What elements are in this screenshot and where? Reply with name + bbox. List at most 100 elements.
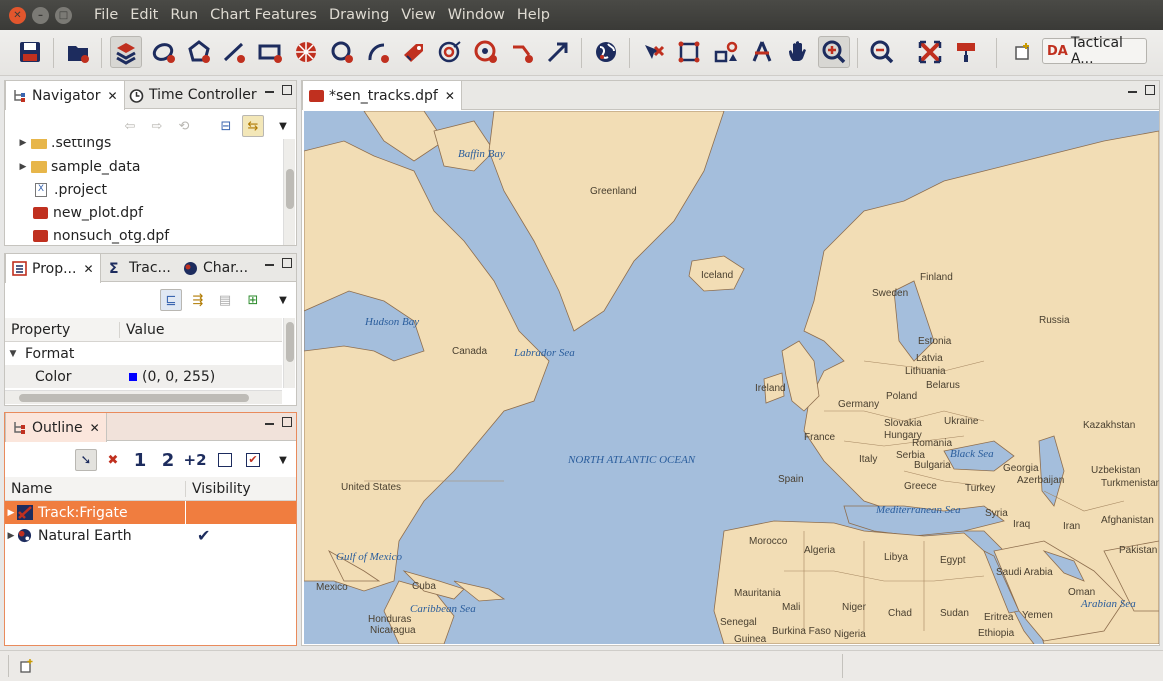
bullseye-icon[interactable] — [470, 36, 502, 68]
table-row[interactable]: ▶ Track:Frigate — [5, 501, 296, 524]
properties-scrollbar[interactable] — [283, 318, 295, 388]
property-group-format[interactable]: ▼ Format — [5, 342, 282, 365]
property-row-color[interactable]: Color (0, 0, 255) — [5, 365, 282, 388]
outline-minmax[interactable] — [265, 417, 292, 427]
editor-minmax[interactable] — [1128, 85, 1155, 95]
polygon-icon[interactable] — [183, 36, 215, 68]
menu-edit[interactable]: Edit — [130, 7, 158, 23]
map-canvas[interactable]: Baffin Bay Greenland Iceland Finland Swe… — [304, 111, 1159, 644]
ellipse-icon[interactable] — [148, 36, 180, 68]
minimize-icon[interactable] — [265, 264, 274, 266]
tab-properties[interactable]: Prop... ✕ — [5, 254, 101, 283]
grid-icon[interactable] — [290, 36, 322, 68]
maximize-icon[interactable] — [282, 258, 292, 268]
menu-chart-features[interactable]: Chart Features — [210, 7, 317, 23]
measure-icon[interactable] — [746, 36, 778, 68]
maximize-icon[interactable] — [282, 85, 292, 95]
zoom-in-icon[interactable] — [818, 36, 850, 68]
label-icon[interactable] — [398, 36, 430, 68]
perspective-tactical-button[interactable]: DA Tactical A... — [1042, 35, 1147, 67]
view-menu-icon[interactable]: ▼ — [272, 289, 294, 311]
map-label: Eritrea — [984, 612, 1014, 623]
save-icon[interactable] — [14, 36, 46, 68]
zoom-out-icon[interactable] — [866, 36, 898, 68]
minimize-icon[interactable] — [265, 91, 274, 93]
close-icon[interactable]: ✕ — [83, 262, 93, 276]
tab-outline[interactable]: Outline ✕ — [5, 413, 107, 442]
minimize-icon[interactable] — [265, 423, 274, 425]
tool-plus2-icon[interactable]: +2 — [184, 449, 207, 471]
select-cursor-icon[interactable]: ➘ — [75, 449, 97, 471]
vector-icon[interactable] — [506, 36, 538, 68]
navigator-minmax[interactable] — [265, 85, 292, 95]
back-icon[interactable]: ⇦ — [119, 115, 141, 137]
advanced-icon[interactable]: ⇶ — [187, 289, 209, 311]
view-menu-icon[interactable]: ▼ — [272, 449, 294, 471]
list-item[interactable]: ▶ sample_data — [5, 155, 282, 178]
show-all-icon[interactable]: ✔ — [242, 449, 264, 471]
collapse-all-icon[interactable]: ⊟ — [215, 115, 237, 137]
forward-icon[interactable]: ⇨ — [146, 115, 168, 137]
minimize-window-button[interactable]: – — [32, 6, 49, 24]
minimize-icon[interactable] — [1128, 91, 1137, 93]
menu-run[interactable]: Run — [170, 7, 198, 23]
globe-icon[interactable] — [590, 36, 622, 68]
select-icon[interactable] — [638, 36, 670, 68]
circle-icon[interactable] — [326, 36, 358, 68]
view-menu-icon[interactable]: ▼ — [272, 115, 294, 137]
tab-tracks[interactable]: Σ Trac... — [103, 254, 177, 282]
tab-sen-tracks[interactable]: *sen_tracks.dpf ✕ — [302, 81, 462, 110]
maximize-icon[interactable] — [282, 417, 292, 427]
list-item[interactable]: X .project — [5, 178, 282, 201]
tab-navigator[interactable]: Navigator ✕ — [5, 81, 125, 110]
tab-chart[interactable]: Char... — [177, 254, 254, 282]
properties-h-scrollbar[interactable] — [5, 390, 282, 404]
menu-drawing[interactable]: Drawing — [329, 7, 389, 23]
map-label: Lithuania — [905, 366, 946, 377]
rectangle-icon[interactable] — [254, 36, 286, 68]
open-plot-icon[interactable] — [62, 36, 94, 68]
table-row[interactable]: ▶ Natural Earth ✔ — [5, 524, 296, 547]
open-perspective-icon[interactable] — [1008, 36, 1036, 68]
map-label: Burkina Faso — [772, 626, 831, 637]
menu-window[interactable]: Window — [448, 7, 505, 23]
delete-icon[interactable]: ✖ — [102, 449, 124, 471]
zoom-rect-icon[interactable] — [674, 36, 706, 68]
fit-icon[interactable] — [914, 36, 946, 68]
pin-icon[interactable]: ⊞ — [242, 289, 264, 311]
list-item[interactable]: new_plot.dpf — [5, 201, 282, 224]
maximize-window-button[interactable]: □ — [55, 6, 72, 24]
menu-view[interactable]: View — [401, 7, 435, 23]
line-icon[interactable] — [218, 36, 250, 68]
navigator-scrollbar[interactable] — [283, 139, 295, 245]
close-icon[interactable]: ✕ — [445, 89, 455, 103]
pan-icon[interactable] — [782, 36, 814, 68]
maximize-icon[interactable] — [1145, 85, 1155, 95]
shapes-icon[interactable] — [710, 36, 742, 68]
link-editor-icon[interactable]: ⇆ — [242, 115, 264, 137]
range-rings-icon[interactable] — [434, 36, 466, 68]
up-icon[interactable]: ⟲ — [173, 115, 195, 137]
menu-file[interactable]: File — [94, 7, 118, 23]
visible-check-icon[interactable]: ✔ — [191, 526, 210, 545]
fast-view-icon[interactable] — [18, 657, 36, 675]
map-label: Ireland — [755, 383, 786, 394]
tab-time-controller[interactable]: Time Controller — [123, 81, 263, 109]
list-item[interactable]: nonsuch_otg.dpf — [5, 224, 282, 245]
expand-icon[interactable]: ▼ — [7, 349, 19, 359]
restore-default-icon[interactable]: ▤ — [214, 289, 236, 311]
tool-2-icon[interactable]: 2 — [157, 449, 179, 471]
properties-minmax[interactable] — [265, 258, 292, 268]
categories-icon[interactable]: ⊑ — [160, 289, 182, 311]
close-window-button[interactable]: ✕ — [9, 6, 26, 24]
list-item[interactable]: ▶ .settings — [5, 139, 282, 154]
menu-help[interactable]: Help — [517, 7, 550, 23]
close-icon[interactable]: ✕ — [90, 421, 100, 435]
tool-1-icon[interactable]: 1 — [129, 449, 151, 471]
arc-icon[interactable] — [362, 36, 394, 68]
layers-icon[interactable] — [110, 36, 142, 68]
paint-icon[interactable] — [950, 36, 982, 68]
close-icon[interactable]: ✕ — [108, 89, 118, 103]
hide-all-icon[interactable] — [214, 449, 236, 471]
arrow-icon[interactable] — [542, 36, 574, 68]
